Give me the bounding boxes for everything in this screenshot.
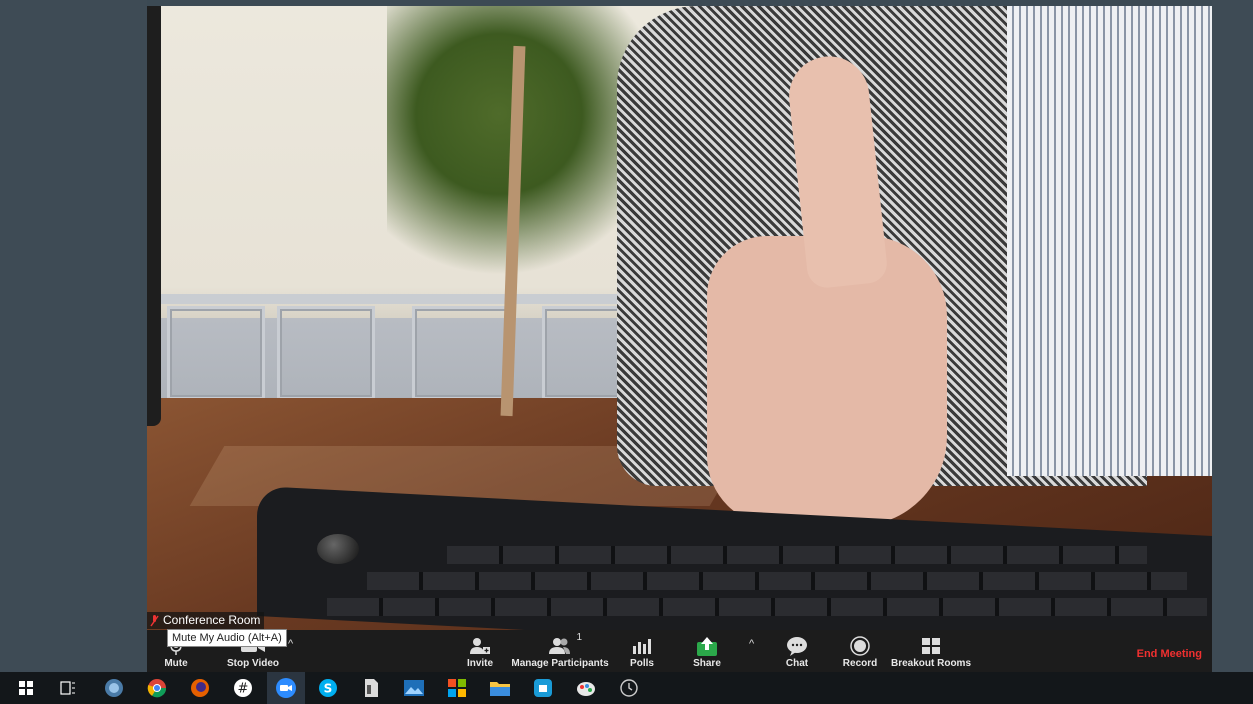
mic-muted-icon <box>150 614 159 627</box>
key-row <box>447 546 1147 564</box>
record-button[interactable]: Record <box>843 630 877 672</box>
wall-panel <box>412 306 510 400</box>
left-gutter <box>0 0 147 672</box>
participants-icon: 1 <box>548 632 582 658</box>
settings-globe-icon[interactable] <box>102 676 126 700</box>
store-icon[interactable] <box>445 676 469 700</box>
participant-name: Conference Room <box>163 613 261 627</box>
photos-icon[interactable] <box>402 676 426 700</box>
manage-participants-button[interactable]: 1 Manage Participants <box>511 630 609 672</box>
chat-bubble-icon <box>786 634 808 658</box>
mute-tooltip: Mute My Audio (Alt+A) <box>167 629 287 647</box>
skype-icon[interactable]: S <box>316 676 340 700</box>
participant-name-tag: Conference Room <box>147 612 265 629</box>
chat-button[interactable]: Chat <box>784 630 810 672</box>
manage-participants-label: Manage Participants <box>511 658 609 669</box>
video-options-chevron-icon[interactable]: ^ <box>288 638 293 650</box>
bar-chart-icon <box>632 634 652 658</box>
key-row <box>327 598 1207 616</box>
wall-rail <box>147 294 667 304</box>
meeting-toolbar: Mute ^ Stop Video ^ Invite 1 Manage Part… <box>147 630 1212 672</box>
paint-icon[interactable] <box>574 676 598 700</box>
share-label: Share <box>693 658 721 669</box>
trackball <box>317 534 359 564</box>
svg-text:S: S <box>324 682 333 696</box>
mute-label: Mute <box>164 658 188 669</box>
add-person-icon <box>470 634 490 658</box>
zoom-icon[interactable] <box>267 672 305 704</box>
windows-taskbar: # S <box>0 672 1253 704</box>
file-icon[interactable] <box>359 676 383 700</box>
breakout-rooms-icon <box>921 634 941 658</box>
polls-button[interactable]: Polls <box>628 630 656 672</box>
breakout-rooms-button[interactable]: Breakout Rooms <box>891 630 972 672</box>
breakout-rooms-label: Breakout Rooms <box>891 658 972 669</box>
invite-button[interactable]: Invite <box>463 630 497 672</box>
svg-text:#: # <box>238 682 249 697</box>
firefox-icon[interactable] <box>188 676 212 700</box>
end-meeting-button[interactable]: End Meeting <box>1137 648 1202 660</box>
task-view-icon[interactable] <box>56 676 80 700</box>
share-button[interactable]: Share <box>692 630 722 672</box>
video-feed <box>147 6 1212 630</box>
share-screen-icon <box>696 634 718 658</box>
chat-label: Chat <box>785 658 809 669</box>
stop-video-label: Stop Video <box>226 658 280 669</box>
shirt <box>1007 6 1212 476</box>
slack-icon[interactable]: # <box>231 676 255 700</box>
chrome-icon[interactable] <box>145 676 169 700</box>
key-row <box>367 572 1187 590</box>
invite-label: Invite <box>466 658 494 669</box>
share-options-chevron-icon[interactable]: ^ <box>749 638 754 650</box>
box-icon[interactable] <box>531 676 555 700</box>
right-gutter <box>1212 0 1253 672</box>
windows-start-icon[interactable] <box>14 676 38 700</box>
wall-panel <box>167 306 265 400</box>
participant-count: 1 <box>576 632 582 643</box>
wall-panel <box>277 306 375 400</box>
lamp-stand <box>147 6 161 426</box>
record-label: Record <box>842 658 878 669</box>
clock-icon[interactable] <box>617 676 641 700</box>
record-icon <box>850 634 870 658</box>
file-explorer-icon[interactable] <box>488 676 512 700</box>
polls-label: Polls <box>630 658 654 669</box>
